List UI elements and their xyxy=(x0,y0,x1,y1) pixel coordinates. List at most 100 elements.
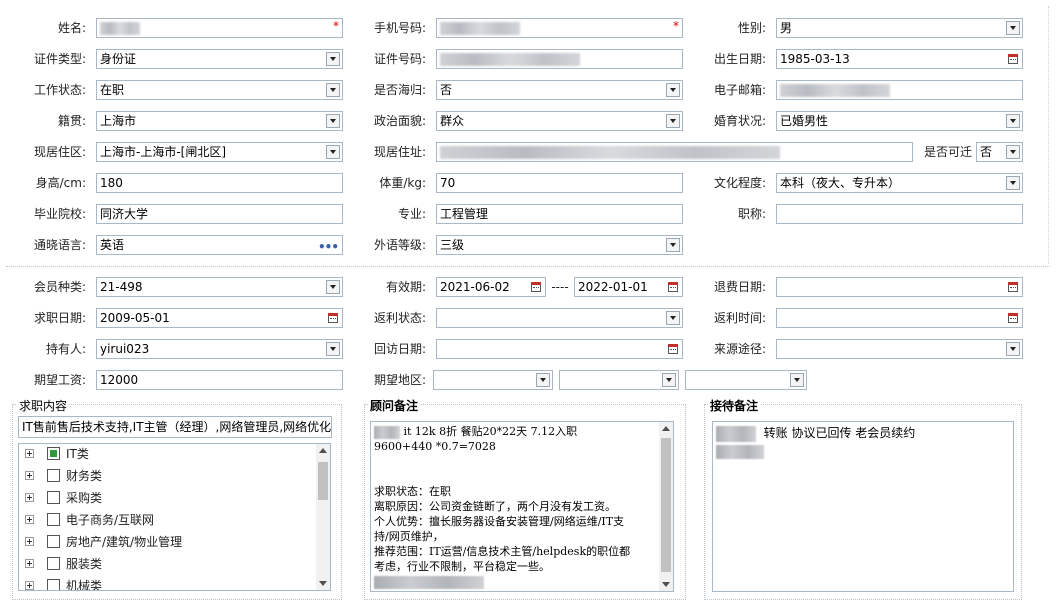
work-status-value: 在职 xyxy=(100,83,125,97)
visit-date-field[interactable] xyxy=(436,339,683,359)
checkbox[interactable] xyxy=(47,557,60,570)
chevron-down-icon[interactable] xyxy=(326,83,340,97)
gender-select[interactable]: 男 xyxy=(776,18,1023,38)
member-type-select[interactable]: 21-498 xyxy=(96,277,343,297)
checkbox[interactable] xyxy=(47,535,60,548)
notes-scrollbar[interactable] xyxy=(659,422,673,591)
language-level-select[interactable]: 三级 xyxy=(436,235,683,255)
scroll-up-icon[interactable] xyxy=(319,448,327,453)
region-city-select[interactable] xyxy=(559,370,679,390)
region-province-select[interactable] xyxy=(433,370,553,390)
name-field[interactable]: * xyxy=(96,18,343,38)
returnee-select[interactable]: 否 xyxy=(436,80,683,100)
source-select[interactable] xyxy=(776,339,1023,359)
calendar-icon[interactable] xyxy=(666,280,680,294)
job-date-field[interactable]: 2009-05-01 xyxy=(96,308,343,328)
job-content-summary[interactable]: IT售前售后技术支持,IT主管（经理）,网络管理员,网络优化 xyxy=(18,416,332,438)
work-status-select[interactable]: 在职 xyxy=(96,80,343,100)
politics-select[interactable]: 群众 xyxy=(436,111,683,131)
calendar-icon[interactable] xyxy=(1006,311,1020,325)
expand-icon[interactable] xyxy=(25,559,34,568)
id-number-field[interactable] xyxy=(436,49,683,69)
chevron-down-icon[interactable] xyxy=(666,83,680,97)
scroll-up-icon[interactable] xyxy=(662,426,670,431)
scroll-thumb[interactable] xyxy=(661,438,671,572)
chevron-down-icon[interactable] xyxy=(1006,176,1020,190)
region-district-select[interactable] xyxy=(685,370,807,390)
relocate-select[interactable]: 否 xyxy=(976,142,1023,162)
reception-notes-textarea[interactable]: 转账 协议已回传 老会员续约 xyxy=(712,421,1014,592)
phone-field[interactable]: * xyxy=(436,18,683,38)
birth-date-field[interactable]: 1985-03-13 xyxy=(776,49,1023,69)
native-select[interactable]: 上海市 xyxy=(96,111,343,131)
tree-item[interactable]: IT类 xyxy=(19,444,309,464)
language-field[interactable]: 英语 ••• xyxy=(96,235,343,255)
residence-area-value: 上海市-上海市-[闸北区] xyxy=(100,145,227,159)
chevron-down-icon[interactable] xyxy=(326,342,340,356)
school-field[interactable]: 同济大学 xyxy=(96,204,343,224)
expand-icon[interactable] xyxy=(25,493,34,502)
chevron-down-icon[interactable] xyxy=(536,373,550,387)
validity-from-field[interactable]: 2021-06-02 xyxy=(436,277,546,297)
chevron-down-icon[interactable] xyxy=(326,114,340,128)
validity-to-field[interactable]: 2022-01-01 xyxy=(574,277,683,297)
height-field[interactable]: 180 xyxy=(96,173,343,193)
calendar-icon[interactable] xyxy=(529,280,543,294)
expand-icon[interactable] xyxy=(25,581,34,590)
chevron-down-icon[interactable] xyxy=(666,311,680,325)
salary-field[interactable]: 12000 xyxy=(96,370,343,390)
checkbox[interactable] xyxy=(47,491,60,504)
expand-icon[interactable] xyxy=(25,515,34,524)
advisor-notes-textarea[interactable]: it 12k 8折 餐贴20*22天 7.12入职 9600+440 *0.7=… xyxy=(370,421,674,592)
chevron-down-icon[interactable] xyxy=(1006,114,1020,128)
tree-scrollbar[interactable] xyxy=(316,444,330,590)
chevron-down-icon[interactable] xyxy=(326,280,340,294)
chevron-down-icon[interactable] xyxy=(666,114,680,128)
address-field[interactable] xyxy=(436,142,913,162)
checkbox[interactable] xyxy=(47,513,60,526)
rebate-status-select[interactable] xyxy=(436,308,683,328)
calendar-icon[interactable] xyxy=(1006,280,1020,294)
expand-icon[interactable] xyxy=(25,471,34,480)
calendar-icon[interactable] xyxy=(326,311,340,325)
refund-date-field[interactable] xyxy=(776,277,1023,297)
tree-item[interactable]: 服装类 xyxy=(19,554,309,574)
tree-item[interactable]: 电子商务/互联网 xyxy=(19,510,309,530)
chevron-down-icon[interactable] xyxy=(1006,145,1020,159)
checkbox[interactable] xyxy=(47,447,60,460)
job-category-tree[interactable]: IT类 财务类 采购类 电子商务/互联网 房地产/建筑/物业管理 服装类 机械类 xyxy=(18,443,331,591)
scroll-down-icon[interactable] xyxy=(319,581,327,586)
more-options-icon[interactable]: ••• xyxy=(318,238,339,254)
calendar-icon[interactable] xyxy=(1006,52,1020,66)
tree-item[interactable]: 房地产/建筑/物业管理 xyxy=(19,532,309,552)
expand-icon[interactable] xyxy=(25,537,34,546)
email-field[interactable] xyxy=(776,80,1023,100)
chevron-down-icon[interactable] xyxy=(326,52,340,66)
marital-select[interactable]: 已婚男性 xyxy=(776,111,1023,131)
title-field[interactable] xyxy=(776,204,1023,224)
weight-field[interactable]: 70 xyxy=(436,173,683,193)
expand-icon[interactable] xyxy=(25,449,34,458)
chevron-down-icon[interactable] xyxy=(662,373,676,387)
checkbox[interactable] xyxy=(47,579,60,590)
rebate-time-field[interactable] xyxy=(776,308,1023,328)
chevron-down-icon[interactable] xyxy=(1006,21,1020,35)
scroll-thumb[interactable] xyxy=(318,462,328,500)
scroll-down-icon[interactable] xyxy=(662,582,670,587)
id-type-select[interactable]: 身份证 xyxy=(96,49,343,69)
tree-item[interactable]: 财务类 xyxy=(19,466,309,486)
chevron-down-icon[interactable] xyxy=(1006,342,1020,356)
major-field[interactable]: 工程管理 xyxy=(436,204,683,224)
tree-item-label: 财务类 xyxy=(66,469,103,483)
residence-area-select[interactable]: 上海市-上海市-[闸北区] xyxy=(96,142,343,162)
checkbox[interactable] xyxy=(47,469,60,482)
chevron-down-icon[interactable] xyxy=(790,373,804,387)
advisor-notes-title: 顾问备注 xyxy=(368,397,421,414)
chevron-down-icon[interactable] xyxy=(326,145,340,159)
education-select[interactable]: 本科（夜大、专升本） xyxy=(776,173,1023,193)
calendar-icon[interactable] xyxy=(666,342,680,356)
tree-item[interactable]: 机械类 xyxy=(19,576,309,590)
tree-item[interactable]: 采购类 xyxy=(19,488,309,508)
chevron-down-icon[interactable] xyxy=(666,238,680,252)
holder-select[interactable]: yirui023 xyxy=(96,339,343,359)
